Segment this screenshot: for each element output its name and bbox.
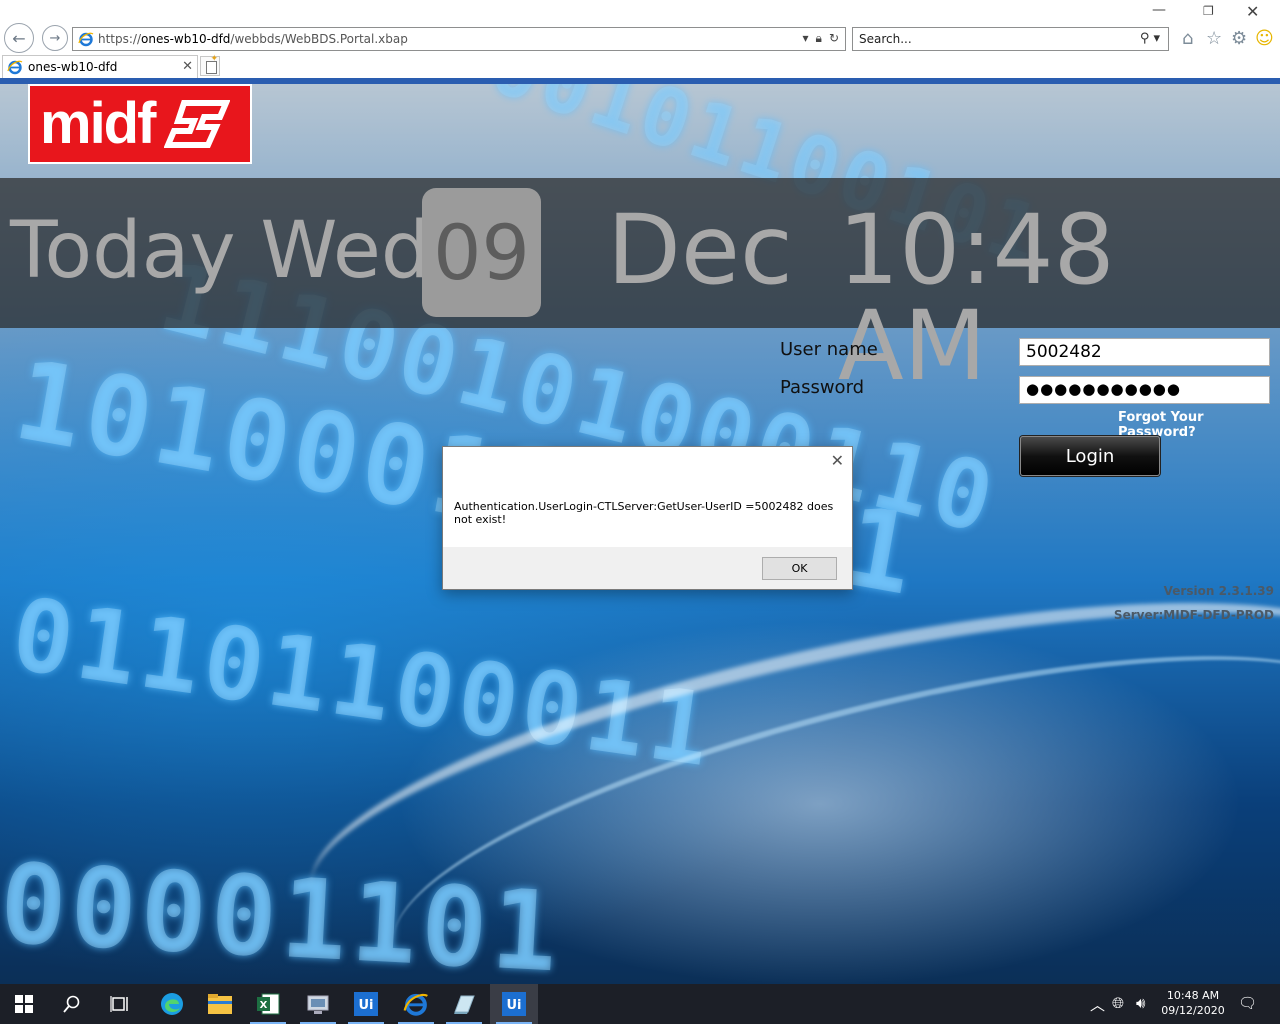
search-icon — [63, 995, 80, 1013]
volume-icon[interactable]: 🔊︎ — [1136, 994, 1145, 1012]
internet-explorer-icon — [403, 993, 428, 1016]
home-icon[interactable]: ⌂ — [1182, 28, 1193, 49]
task-view-button[interactable] — [96, 984, 144, 1024]
edge-icon — [161, 993, 183, 1015]
file-explorer-button[interactable] — [196, 984, 244, 1024]
svg-text:Ui: Ui — [358, 998, 373, 1013]
windows-start-icon — [15, 995, 33, 1013]
taskbar: X Ui Ui ︿ 🌐︎ 🔊︎ 10:48 AM 09/12/2020 🗨︎ — [0, 984, 1280, 1024]
uipath-icon: Ui — [354, 992, 378, 1016]
password-label: Password — [780, 377, 865, 398]
clock-time: 10:48 AM — [1166, 989, 1220, 1002]
clock-date: 09/12/2020 — [1161, 1004, 1225, 1017]
logo-text: midf — [40, 91, 156, 156]
date-day-box: 09 — [422, 188, 541, 317]
arrow-left-icon: ← — [12, 28, 26, 48]
dropdown-icon[interactable]: ▾ — [803, 31, 809, 46]
search-icon[interactable]: ⚲ ▾ — [1140, 31, 1160, 46]
internet-explorer-button[interactable] — [392, 984, 440, 1024]
url-path: /webbds/WebBDS.Portal.xbap — [230, 32, 408, 46]
svg-text:X: X — [260, 1000, 268, 1011]
ie-tab-icon — [7, 60, 23, 75]
uipath-studio-button[interactable]: Ui — [342, 984, 390, 1024]
notification-icon[interactable]: 🗨︎ — [1238, 994, 1257, 1012]
globe-network-icon[interactable]: 🌐︎ — [1112, 994, 1124, 1012]
url-scheme: https:// — [98, 32, 142, 46]
tab-strip: ones-wb10-dfd ✕ — [0, 54, 1280, 78]
ok-button-label: OK — [791, 562, 808, 575]
arrow-right-icon: → — [49, 30, 61, 46]
url-host: ones-wb10-dfd — [141, 32, 231, 46]
error-dialog: ✕ Authentication.UserLogin-CTLServer:Get… — [442, 446, 853, 590]
username-field[interactable]: 5002482 — [1019, 338, 1270, 366]
uipath-robot-icon: Ui — [502, 992, 526, 1016]
svg-text:Ui: Ui — [506, 998, 521, 1013]
restore-icon[interactable]: ❐ — [1203, 4, 1214, 18]
date-month: Dec — [607, 194, 793, 306]
dialog-message: Authentication.UserLogin-CTLServer:GetUs… — [454, 500, 834, 526]
chevron-up-icon[interactable]: ︿ — [1090, 994, 1105, 1015]
date-day: 09 — [433, 208, 530, 297]
browser-chrome: ← → https://ones-wb10-dfd/webbds/WebBDS.… — [0, 0, 1280, 78]
server-label: Server:MIDF-DFD-PROD — [1113, 608, 1274, 622]
back-button[interactable]: ← — [4, 23, 34, 53]
tab-close-icon[interactable]: ✕ — [182, 59, 193, 74]
new-tab-button[interactable] — [200, 54, 220, 76]
excel-icon: X — [257, 993, 280, 1015]
midf-logo: midf — [28, 84, 252, 164]
refresh-icon[interactable]: ↻ — [829, 31, 839, 46]
login-button-label: Login — [1065, 445, 1115, 467]
date-weekday: Today Wed — [10, 206, 431, 296]
password-field[interactable]: ●●●●●●●●●●● — [1019, 376, 1270, 404]
username-label: User name — [780, 339, 878, 360]
forward-button[interactable]: → — [42, 25, 68, 51]
version-label: Version 2.3.1.39 — [1163, 584, 1274, 598]
address-bar[interactable]: https://ones-wb10-dfd/webbds/WebBDS.Port… — [72, 27, 846, 51]
task-view-icon — [110, 996, 128, 1012]
search-placeholder: Search... — [859, 32, 912, 46]
network-app-button[interactable] — [294, 984, 342, 1024]
midf-logo-mark-icon — [164, 100, 231, 148]
network-app-icon — [307, 995, 329, 1014]
ok-button[interactable]: OK — [762, 557, 837, 580]
tab-ones-wb10-dfd[interactable]: ones-wb10-dfd ✕ — [2, 55, 198, 78]
uipath-robot-button[interactable]: Ui — [490, 984, 538, 1024]
start-button[interactable] — [0, 984, 48, 1024]
gear-icon[interactable]: ⚙ — [1231, 28, 1247, 49]
notes-app-button[interactable] — [440, 984, 488, 1024]
date-time-band: Today Wed 09 Dec 10:48 AM — [0, 178, 1280, 394]
close-icon[interactable]: ✕ — [1246, 2, 1259, 21]
file-explorer-icon — [208, 994, 232, 1014]
excel-button[interactable]: X — [244, 984, 292, 1024]
address-url[interactable]: https://ones-wb10-dfd/webbds/WebBDS.Port… — [98, 32, 408, 46]
favorites-star-icon[interactable]: ☆ — [1206, 28, 1222, 49]
ie-page-icon — [78, 32, 94, 47]
taskbar-search-button[interactable] — [48, 984, 96, 1024]
search-input[interactable]: Search... ⚲ ▾ — [852, 27, 1169, 51]
smiley-feedback-icon[interactable]: ☺ — [1255, 28, 1274, 49]
system-clock[interactable]: 10:48 AM 09/12/2020 — [1158, 988, 1228, 1018]
lock-icon[interactable]: 🔒︎ — [816, 31, 822, 46]
notes-app-icon — [454, 995, 475, 1014]
tab-title: ones-wb10-dfd — [28, 60, 118, 74]
edge-button[interactable] — [148, 984, 196, 1024]
dialog-footer: OK — [443, 547, 852, 589]
login-button[interactable]: Login — [1020, 436, 1160, 476]
minimize-icon[interactable]: — — [1152, 2, 1166, 18]
dialog-close-icon[interactable]: ✕ — [831, 451, 844, 470]
